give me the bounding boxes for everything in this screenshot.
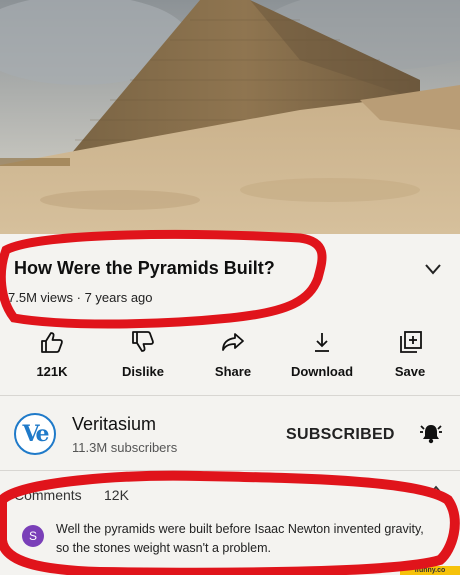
share-icon	[222, 333, 244, 351]
save-to-playlist-icon	[400, 331, 422, 353]
commenter-avatar[interactable]: S	[22, 525, 44, 547]
comments-count: 12K	[104, 487, 129, 503]
share-button[interactable]: Share	[193, 330, 273, 379]
subscriber-count: 11.3M subscribers	[72, 440, 178, 455]
top-comment-text: Well the pyramids were built before Isaa…	[56, 522, 424, 555]
channel-avatar[interactable]: Ve	[14, 413, 56, 455]
thumbs-down-icon	[132, 331, 154, 352]
share-label: Share	[214, 364, 252, 379]
chevron-down-icon[interactable]	[424, 262, 442, 276]
download-label: Download	[290, 364, 354, 379]
watermark: ifunny.co	[400, 566, 460, 575]
dislike-button[interactable]: Dislike	[103, 330, 183, 379]
notification-bell-icon[interactable]	[418, 420, 444, 446]
save-label: Save	[394, 364, 426, 379]
dislike-label: Dislike	[122, 364, 164, 379]
thumbs-up-icon	[41, 332, 63, 353]
like-count: 121K	[36, 364, 68, 379]
comments-header[interactable]: Comments	[14, 487, 82, 503]
like-button[interactable]: 121K	[12, 330, 92, 379]
download-button[interactable]: Download	[282, 330, 362, 379]
chevron-up-icon[interactable]	[428, 484, 444, 496]
video-title[interactable]: How Were the Pyramids Built?	[14, 258, 275, 279]
video-meta[interactable]: 7.5M views · 7 years ago	[8, 290, 153, 305]
video-thumbnail[interactable]	[0, 0, 460, 234]
download-icon	[315, 333, 329, 352]
divider	[0, 395, 460, 396]
subscribed-button[interactable]: SUBSCRIBED	[286, 426, 395, 444]
channel-name[interactable]: Veritasium	[72, 414, 156, 435]
divider	[0, 470, 460, 471]
pyramid-image	[0, 0, 460, 234]
save-button[interactable]: Save	[370, 330, 450, 379]
